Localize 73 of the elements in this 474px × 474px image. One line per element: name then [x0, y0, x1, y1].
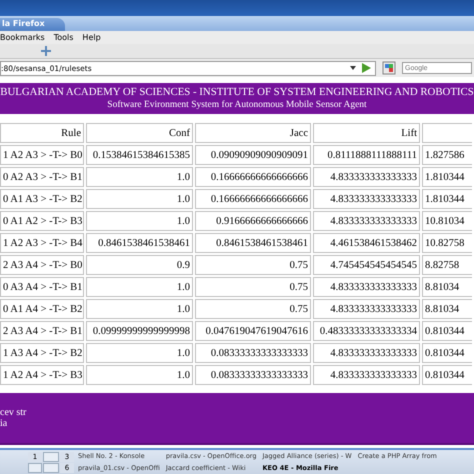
- table-cell: 0.16666666666666666: [195, 167, 311, 187]
- table-cell: 1.810344: [422, 167, 472, 187]
- table-cell: 4.833333333333333: [313, 299, 420, 319]
- table-cell: 4.833333333333333: [313, 277, 420, 297]
- menu-item[interactable]: Help: [82, 32, 101, 42]
- table-cell: 4.745454545454545: [313, 255, 420, 275]
- table-cell: 0.09999999999999998: [86, 321, 193, 341]
- table-cell: 10.81034: [422, 211, 472, 231]
- table-cell: 0.047619047619047616: [195, 321, 311, 341]
- table-cell: 1.810344: [422, 189, 472, 209]
- table-cell: 0.16666666666666666: [195, 189, 311, 209]
- column-header: Rule: [0, 123, 84, 143]
- table-cell: 0 A3 A4 > -T-> B1: [0, 277, 84, 297]
- new-tab-icon[interactable]: [40, 45, 52, 57]
- search-engine-icon[interactable]: [382, 61, 396, 75]
- table-cell: 0.8461538461538461: [195, 233, 311, 253]
- table-cell: 4.833333333333333: [313, 189, 420, 209]
- table-cell: 0.09090909090909091: [195, 145, 311, 165]
- table-cell: 0.08333333333333333: [195, 343, 311, 363]
- table-cell: 1.0: [86, 211, 193, 231]
- footer-text: ia: [0, 418, 8, 429]
- table-cell: 0.08333333333333333: [195, 365, 311, 385]
- table-cell: 0.75: [195, 299, 311, 319]
- table-cell: 0.810344: [422, 365, 472, 385]
- table-cell: 1.0: [86, 167, 193, 187]
- table-cell: 0.8111888111888111: [313, 145, 420, 165]
- table-cell: 0 A2 A3 > -T-> B1: [0, 167, 84, 187]
- table-cell: 1.827586: [422, 145, 472, 165]
- table-cell: 0.8461538461538461: [86, 233, 193, 253]
- desktop-button[interactable]: [43, 452, 59, 462]
- table-cell: 0.810344: [422, 321, 472, 341]
- table-cell: 8.81034: [422, 299, 472, 319]
- table-cell: 1.0: [86, 277, 193, 297]
- table-cell: 1 A2 A3 > -T-> B0: [0, 145, 84, 165]
- table-cell: 0.75: [195, 255, 311, 275]
- table-cell: 4.833333333333333: [313, 365, 420, 385]
- table-cell: 8.82758: [422, 255, 472, 275]
- table-cell: 1.0: [86, 189, 193, 209]
- table-cell: 0.15384615384615385: [86, 145, 193, 165]
- table-cell: 4.833333333333333: [313, 343, 420, 363]
- table-cell: 1 A2 A4 > -T-> B3: [0, 365, 84, 385]
- column-header: Jacc: [195, 123, 311, 143]
- column-header: Conf: [86, 123, 193, 143]
- desktop-button[interactable]: [28, 462, 42, 472]
- go-icon[interactable]: [362, 63, 371, 73]
- table-cell: 0 A1 A2 > -T-> B3: [0, 211, 84, 231]
- menu-item[interactable]: Tools: [54, 32, 74, 42]
- table-cell: 0.48333333333333334: [313, 321, 420, 341]
- banner-subtitle: Software Evironment System for Autonomous Mobile Sensor Agent: [107, 99, 367, 111]
- table-cell: 8.81034: [422, 277, 472, 297]
- table-cell: 0 A1 A4 > -T-> B2: [0, 299, 84, 319]
- banner-title: BULGARIAN ACADEMY OF SCIENCES - INSTITUTE OF SYSTEM ENGINEERING AND ROBOTICS: [0, 86, 474, 99]
- table-cell: 1 A2 A3 > -T-> B4: [0, 233, 84, 253]
- table-cell: 0.75: [195, 277, 311, 297]
- table-cell: 4.833333333333333: [313, 167, 420, 187]
- table-cell: 1.0: [86, 365, 193, 385]
- table-cell: 0.9: [86, 255, 193, 275]
- table-cell: 1 A3 A4 > -T-> B2: [0, 343, 84, 363]
- table-cell: 0 A1 A3 > -T-> B2: [0, 189, 84, 209]
- table-cell: 4.833333333333333: [313, 211, 420, 231]
- table-cell: 2 A3 A4 > -T-> B1: [0, 321, 84, 341]
- desktop-button[interactable]: [43, 462, 59, 472]
- menu-item[interactable]: Bookmarks: [0, 32, 45, 42]
- column-header: Lift: [313, 123, 420, 143]
- dropdown-icon[interactable]: [350, 66, 356, 70]
- table-cell: 0.810344: [422, 343, 472, 363]
- table-cell: 1.0: [86, 343, 193, 363]
- footer-text: cev str: [0, 407, 26, 418]
- table-cell: 2 A3 A4 > -T-> B0: [0, 255, 84, 275]
- table-cell: 10.82758: [422, 233, 472, 253]
- table-cell: 4.461538461538462: [313, 233, 420, 253]
- table-cell: 1.0: [86, 299, 193, 319]
- table-cell: 0.9166666666666666: [195, 211, 311, 231]
